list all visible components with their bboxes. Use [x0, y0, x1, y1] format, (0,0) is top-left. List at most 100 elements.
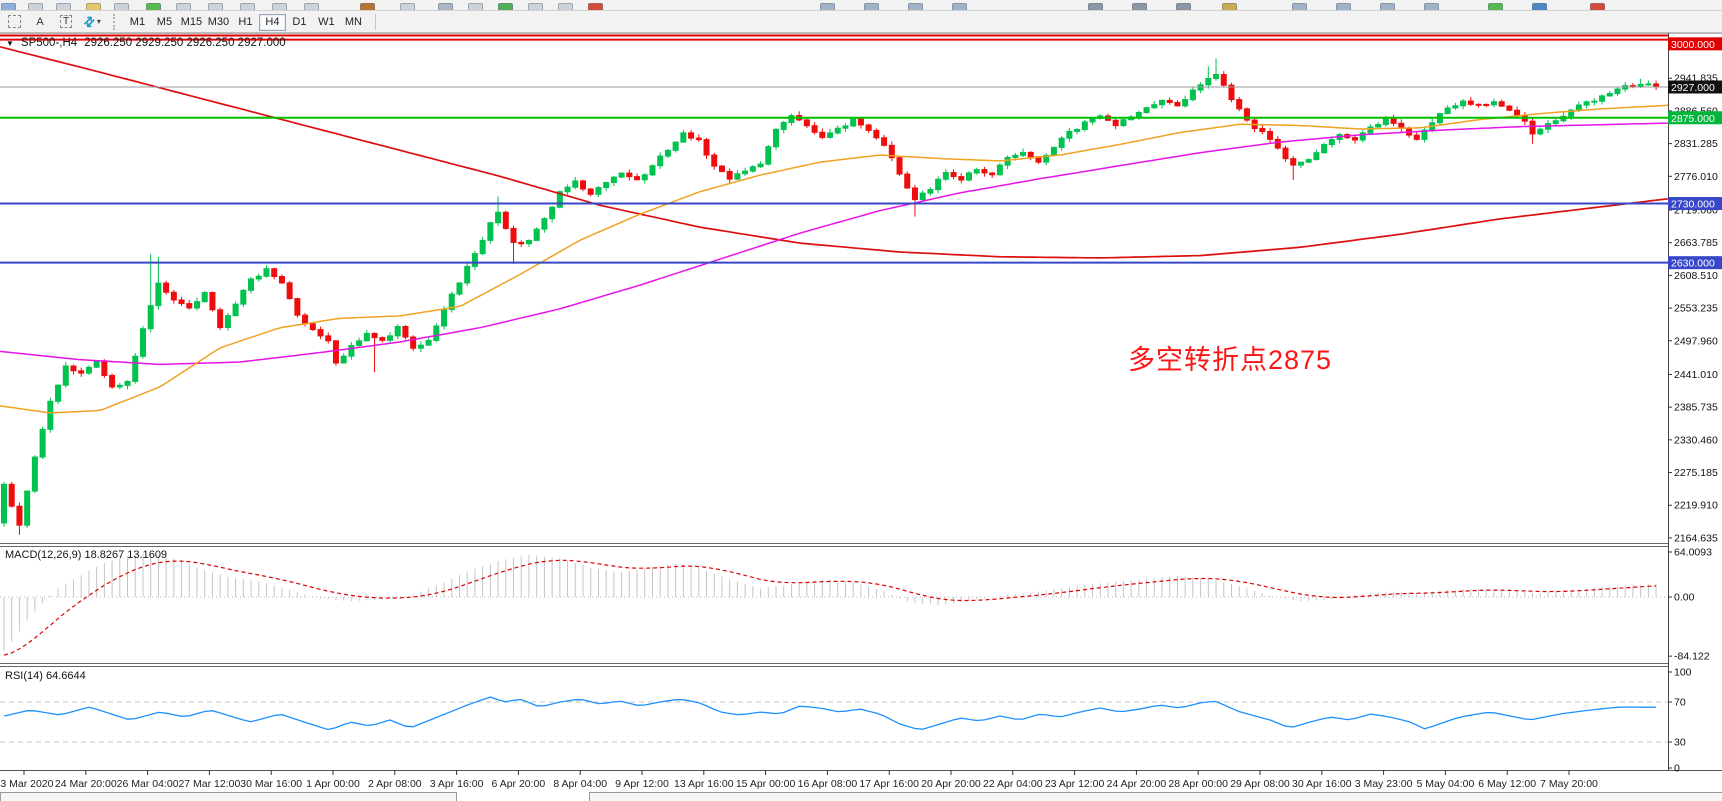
toolbar-icon[interactable]: [864, 3, 879, 11]
candle: [63, 366, 68, 385]
candle: [750, 167, 755, 171]
toolbar-icon[interactable]: [468, 3, 483, 11]
text-box-tool[interactable]: T: [54, 13, 78, 31]
ma-mid-magenta: [0, 123, 1668, 364]
candle: [920, 193, 925, 199]
candle: [766, 147, 771, 164]
toolbar-icon[interactable]: [176, 3, 191, 11]
candle: [140, 329, 145, 357]
chart-title: ▼ SP500-,H4 2926.250 2929.250 2926.250 2…: [6, 37, 286, 50]
toolbar-icon[interactable]: [1, 3, 16, 11]
toolbar-icon[interactable]: [820, 3, 835, 11]
date-label: 22 Apr 04:00: [983, 778, 1043, 790]
candle: [256, 276, 261, 279]
candle: [1167, 100, 1172, 102]
rsi-pane: [0, 697, 1668, 742]
toolbar-icon[interactable]: [28, 3, 43, 11]
timeframe-w1[interactable]: W1: [313, 14, 340, 31]
timeframe-m30[interactable]: M30: [205, 14, 232, 31]
candle: [573, 181, 578, 187]
toolbar-icon[interactable]: [360, 3, 375, 11]
candle: [32, 457, 37, 491]
toolbar-icon[interactable]: [400, 3, 415, 11]
timeframe-mn[interactable]: MN: [340, 14, 367, 31]
toolbar-icon[interactable]: [558, 3, 573, 11]
timeframe-m1[interactable]: M1: [124, 14, 151, 31]
candle: [642, 175, 647, 180]
toolbar-icon[interactable]: [498, 3, 513, 11]
candle: [596, 188, 601, 195]
candle: [210, 293, 215, 310]
candle: [1160, 100, 1165, 104]
candle: [1237, 100, 1242, 109]
toolbar-icon[interactable]: [438, 3, 453, 11]
candle: [1383, 119, 1388, 125]
candle: [835, 128, 840, 133]
toolbar-icon[interactable]: [908, 3, 923, 11]
candle: [1391, 119, 1396, 124]
date-label: 3 May 23:00: [1355, 778, 1413, 790]
ma-fast-orange: [0, 105, 1668, 412]
candle: [1468, 101, 1473, 104]
toolbar-icon[interactable]: [1222, 3, 1237, 11]
candle: [588, 189, 593, 194]
price-axis-label: 2663.785: [1674, 237, 1718, 249]
toolbar-icon[interactable]: [1590, 3, 1605, 11]
chart-surface[interactable]: 2941.8352886.5602831.2852776.0102719.060…: [0, 0, 1722, 801]
text-label-tool[interactable]: A: [28, 13, 52, 31]
timeframe-h4[interactable]: H4: [259, 14, 286, 31]
toolbar-icon[interactable]: [208, 3, 223, 11]
candle: [727, 171, 732, 179]
candle: [1268, 132, 1273, 140]
toolbar-icon[interactable]: [304, 3, 319, 11]
candle: [943, 173, 948, 180]
ohlc-values: 2926.250 2929.250 2926.250 2927.000: [84, 37, 285, 49]
toolbar-icon[interactable]: [114, 3, 129, 11]
toolbar-icon[interactable]: [86, 3, 101, 11]
price-badge-label: 2730.000: [1671, 199, 1715, 211]
price-axis-label: 2608.510: [1674, 270, 1718, 282]
candle: [534, 229, 539, 240]
candle: [511, 228, 516, 242]
candle: [457, 283, 462, 294]
toolbar-separator: [375, 14, 376, 30]
timeframe-m5[interactable]: M5: [151, 14, 178, 31]
toolbar-icon[interactable]: [952, 3, 967, 11]
toolbar-icon[interactable]: [240, 3, 255, 11]
toolbar-icon[interactable]: [1424, 3, 1439, 11]
toolbar-icon[interactable]: [1176, 3, 1191, 11]
toolbar-icon[interactable]: [1132, 3, 1147, 11]
price-axis-label: 2164.635: [1674, 532, 1718, 544]
arrow-objects-tool[interactable]: ⇄ ▾: [80, 13, 105, 31]
timeframe-m15[interactable]: M15: [178, 14, 205, 31]
toolbar-icon[interactable]: [588, 3, 603, 11]
toolbar-icon[interactable]: [1532, 3, 1547, 11]
toolbar-icon[interactable]: [1088, 3, 1103, 11]
timeframe-h1[interactable]: H1: [232, 14, 259, 31]
toolbar-icon[interactable]: [146, 3, 161, 11]
boxed-t-icon: T: [60, 15, 72, 28]
collapse-triangle-icon[interactable]: ▼: [6, 37, 14, 50]
toolbar-icon[interactable]: [56, 3, 71, 11]
price-axis-label: 2219.910: [1674, 500, 1718, 512]
toolbar-icon[interactable]: [272, 3, 287, 11]
candle: [333, 341, 338, 363]
candle: [812, 126, 817, 133]
selection-box-tool[interactable]: [2, 13, 26, 31]
candle: [125, 381, 130, 385]
candle: [1445, 108, 1450, 114]
candle: [488, 223, 493, 241]
candle: [1221, 75, 1226, 86]
timeframe-d1[interactable]: D1: [286, 14, 313, 31]
status-panel-right: [589, 792, 1722, 801]
toolbar-icon[interactable]: [1292, 3, 1307, 11]
candle: [9, 484, 14, 506]
toolbar-icon[interactable]: [1336, 3, 1351, 11]
candle: [781, 122, 786, 129]
candle: [1607, 94, 1612, 96]
toolbar-icon[interactable]: [528, 3, 543, 11]
date-label: 9 Apr 12:00: [615, 778, 669, 790]
toolbar-icon[interactable]: [1488, 3, 1503, 11]
toolbar-icon[interactable]: [1380, 3, 1395, 11]
candle: [17, 506, 22, 525]
